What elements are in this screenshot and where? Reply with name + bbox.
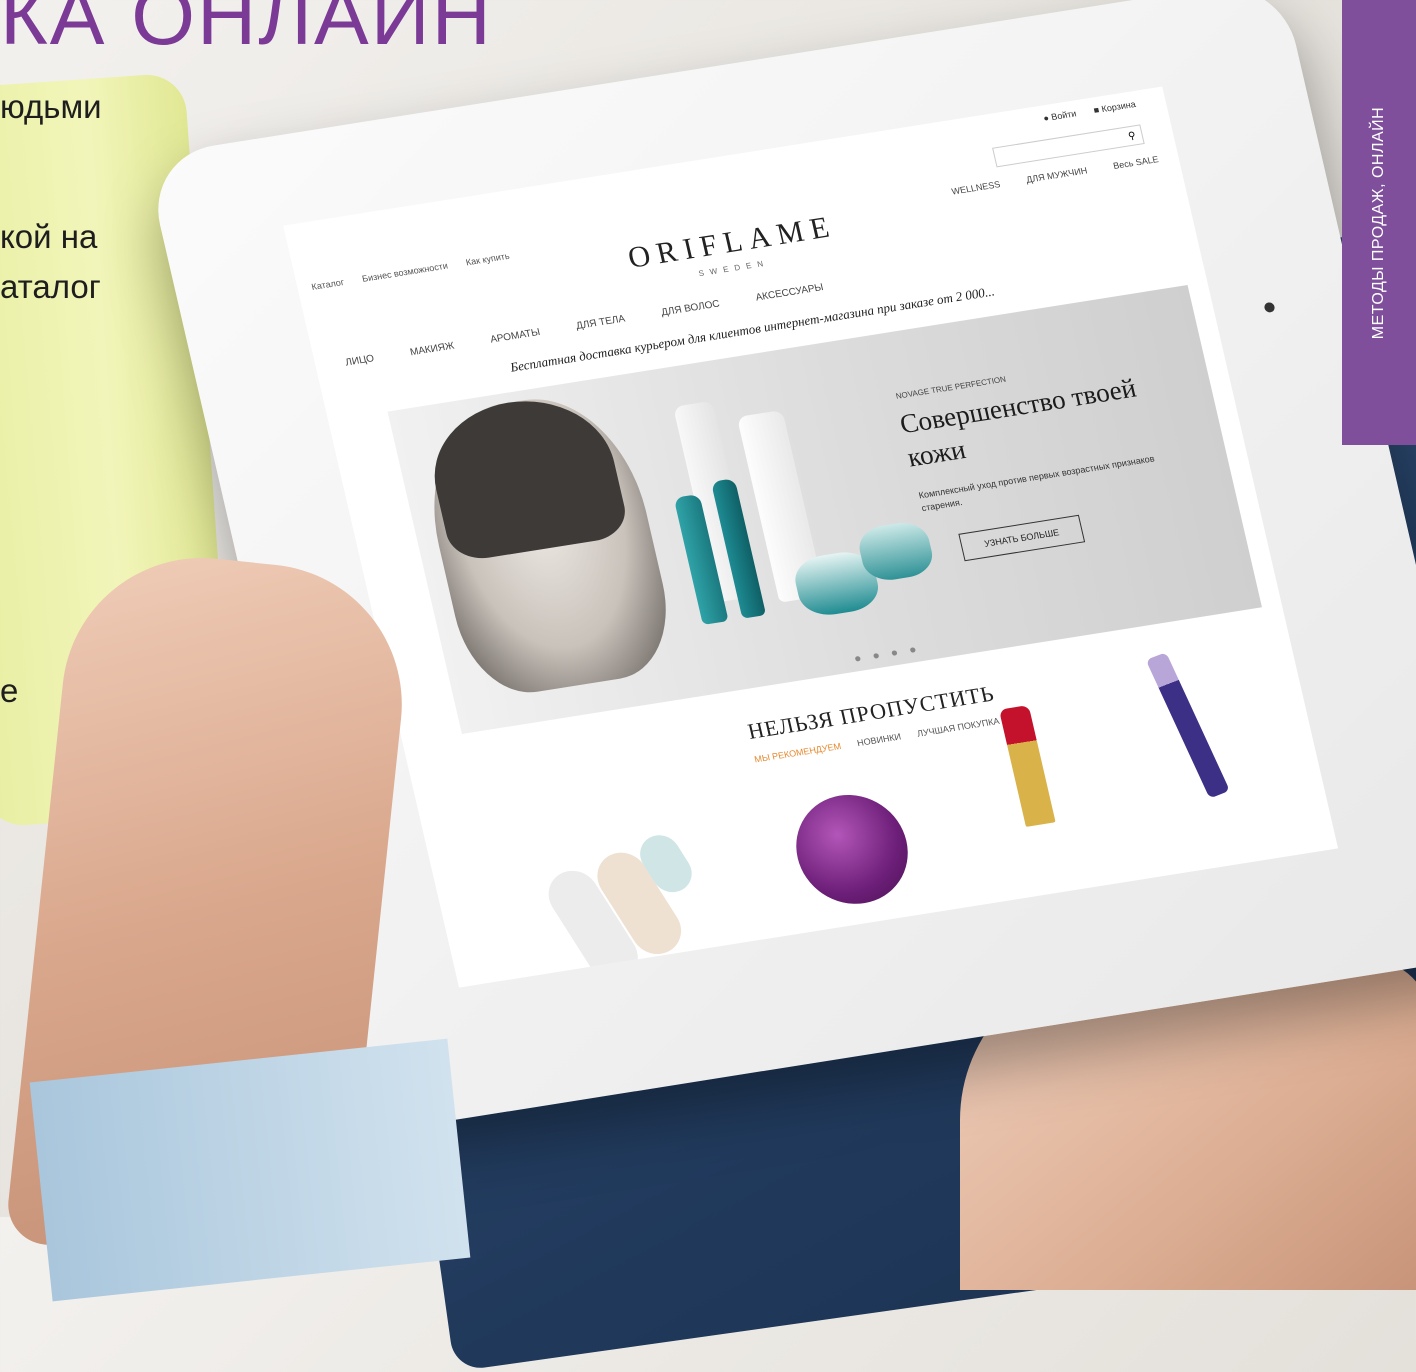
tab-recommended[interactable]: МЫ РЕКОМЕНДУЕМ	[753, 741, 842, 764]
top-link-business[interactable]: Бизнес возможности	[361, 261, 449, 284]
search-icon: ⚲	[1127, 130, 1137, 143]
nav-body[interactable]: ДЛЯ ТЕЛА	[575, 313, 626, 331]
slide-text-line-4: е	[0, 672, 19, 709]
right-nav: WELLNESS ДЛЯ МУЖЧИН Весь SALE	[927, 154, 1160, 200]
tablet-screen: ● Войти ■ Корзина ⚲ Каталог Бизнес возмо…	[283, 86, 1339, 988]
slide-text-line-2: кой на	[0, 218, 98, 255]
nav-men[interactable]: ДЛЯ МУЖЧИН	[1025, 165, 1088, 184]
nav-hair[interactable]: ДЛЯ ВОЛОС	[660, 299, 721, 319]
nav-fragrance[interactable]: АРОМАТЫ	[489, 327, 541, 346]
camera-icon	[1263, 301, 1276, 314]
nav-accessories[interactable]: АКСЕССУАРЫ	[755, 282, 825, 303]
hero-banner[interactable]: NOVAGE TRUE PERFECTION Совершенство твое…	[387, 284, 1262, 735]
section-side-label: МЕТОДЫ ПРОДАЖ, ОНЛАЙН	[1342, 0, 1416, 445]
carousel-dots[interactable]: ● ● ● ●	[852, 641, 921, 665]
model-hair	[419, 388, 632, 564]
product-solid-perfume[interactable]	[785, 787, 919, 912]
nav-wellness[interactable]: WELLNESS	[951, 179, 1002, 196]
nav-makeup[interactable]: МАКИЯЖ	[409, 341, 455, 359]
top-link-how-to-buy[interactable]: Как купить	[465, 251, 511, 268]
shirt-sleeve	[29, 1038, 471, 1302]
cart-icon: ■	[1092, 104, 1101, 116]
slide-text-line-1: юдьми	[0, 88, 102, 125]
tab-best-buy[interactable]: ЛУЧШАЯ ПОКУПКА	[916, 716, 1000, 739]
top-link-catalog[interactable]: Каталог	[311, 277, 346, 292]
learn-more-button[interactable]: УЗНАТЬ БОЛЬШЕ	[958, 514, 1086, 562]
side-label-text: МЕТОДЫ ПРОДАЖ, ОНЛАЙН	[1370, 106, 1387, 339]
nav-sale[interactable]: Весь SALE	[1112, 154, 1159, 171]
login-link[interactable]: ● Войти	[1042, 108, 1077, 123]
cart-link[interactable]: ■ Корзина	[1093, 99, 1137, 115]
nav-face[interactable]: ЛИЦО	[344, 353, 375, 368]
slide-title: КА ОНЛАЙН	[0, 0, 493, 62]
tab-new[interactable]: НОВИНКИ	[856, 731, 902, 748]
product-lipstick[interactable]	[998, 705, 1056, 827]
user-icon: ●	[1042, 112, 1050, 124]
slide-text-line-3: аталог	[0, 268, 101, 305]
model-photo	[409, 385, 683, 702]
top-links: Каталог Бизнес возможности Как купить	[311, 248, 527, 292]
product-mascara[interactable]	[1145, 652, 1230, 799]
